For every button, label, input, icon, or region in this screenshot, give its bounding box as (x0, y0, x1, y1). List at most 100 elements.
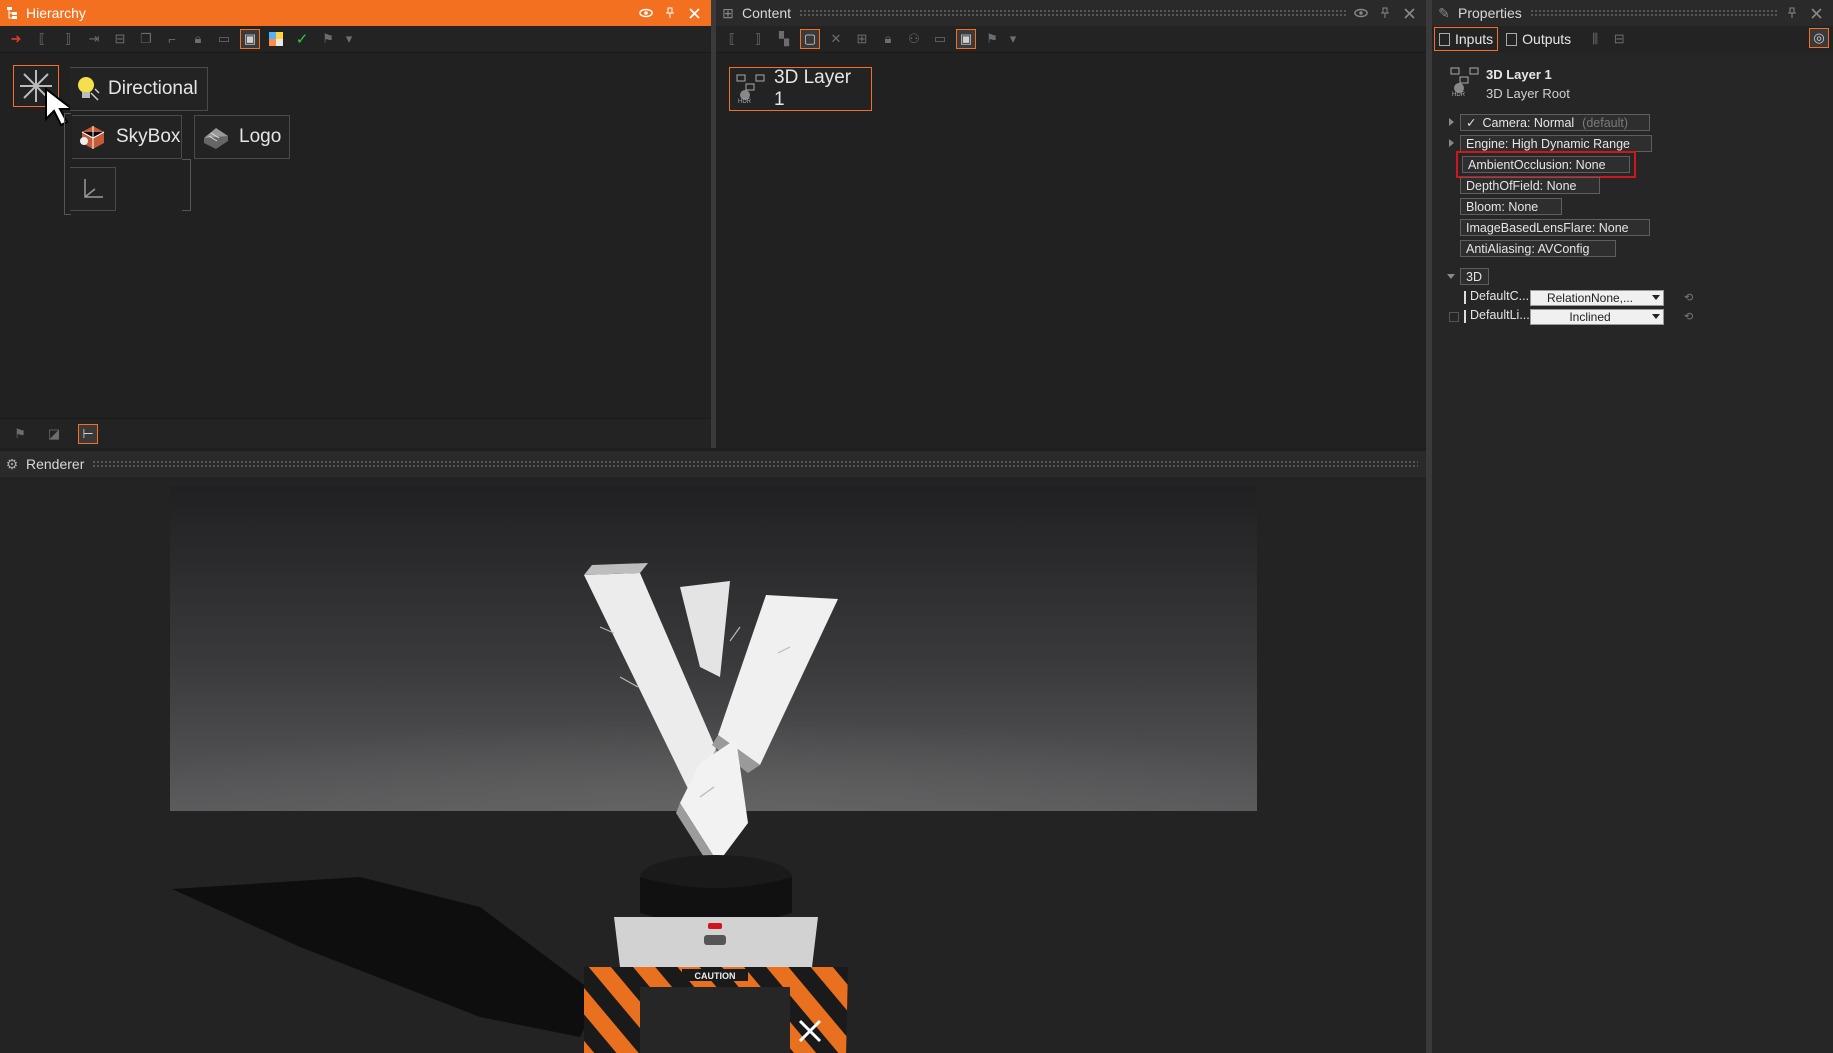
render-viewport[interactable]: CAUTION (0, 477, 1426, 1053)
content-panel: ⊞ Content ⟦ ⟧ ▚ ▢ ✕ ⊞ 🔒︎ ⚇ ▭ ▣ ⚑ ▾ HDR 3… (716, 0, 1426, 448)
close-icon[interactable] (1402, 6, 1416, 20)
anti-aliasing-label: AntiAliasing: AVConfig (1466, 241, 1590, 256)
properties-header-icon: HDR (1450, 67, 1480, 100)
default-light-checkbox[interactable] (1449, 312, 1459, 322)
caution-label: CAUTION (695, 971, 736, 981)
renderer-titlebar[interactable]: ⚙ Renderer (0, 451, 1426, 477)
tab-inputs[interactable]: Inputs (1434, 27, 1499, 51)
layout-icon[interactable]: ⊟ (1609, 29, 1629, 49)
svg-text:HDR: HDR (1452, 92, 1466, 97)
copy-icon[interactable]: ❐ (136, 29, 156, 49)
arrow-right-icon[interactable]: ➜ (6, 29, 26, 49)
row-marker (1464, 310, 1466, 323)
node-icon[interactable]: ▚ (774, 29, 794, 49)
expand-icon[interactable]: ✕ (826, 29, 846, 49)
row-marker (1464, 291, 1466, 304)
input-tab-icon (1439, 32, 1450, 46)
dropdown-arrow-icon[interactable]: ▾ (344, 29, 354, 49)
content-titlebar[interactable]: ⊞ Content (716, 0, 1426, 26)
bookmark-icon[interactable]: ⚑ (10, 424, 30, 444)
check-icon[interactable]: ✓ (292, 29, 312, 49)
gear-icon: ⚙ (5, 455, 19, 472)
monitor-icon[interactable]: ▭ (214, 29, 234, 49)
people-icon[interactable]: ⚇ (904, 29, 924, 49)
content-toolbar: ⟦ ⟧ ▚ ▢ ✕ ⊞ 🔒︎ ⚇ ▭ ▣ ⚑ ▾ (716, 26, 1426, 53)
eye-icon[interactable] (1354, 6, 1368, 20)
camera-property[interactable]: ✓ Camera: Normal (default) (1460, 114, 1650, 131)
skybox-icon (78, 122, 108, 152)
camera-label: Camera: Normal (1482, 115, 1575, 130)
default-camera-label: DefaultC... (1470, 289, 1530, 303)
layers-icon[interactable]: ◪ (44, 424, 64, 444)
tree-connector (182, 159, 191, 211)
hierarchy-titlebar[interactable]: Hierarchy (0, 0, 711, 26)
dropdown-arrow-icon[interactable]: ▾ (1008, 29, 1018, 49)
insert-after-icon[interactable]: ⟧ (58, 29, 78, 49)
link-icon[interactable]: ⇥ (84, 29, 104, 49)
lens-flare-property[interactable]: ImageBasedLensFlare: None (1460, 219, 1650, 236)
vertical-splitter[interactable] (1426, 0, 1432, 1053)
eye-icon[interactable] (639, 6, 653, 20)
bloom-property[interactable]: Bloom: None (1460, 198, 1562, 215)
default-camera-value: RelationNone,... (1546, 291, 1634, 305)
reset-icon[interactable]: ⟲ (1684, 312, 1694, 323)
directional-node[interactable]: Directional (70, 67, 208, 111)
engine-property[interactable]: Engine: High Dynamic Range (1460, 135, 1652, 152)
content-grid-icon: ⊞ (722, 4, 734, 21)
title-grip (1529, 9, 1777, 17)
default-light-label: DefaultLi... (1470, 308, 1530, 322)
insert-after-icon[interactable]: ⟧ (748, 29, 768, 49)
tree-layout-icon[interactable]: ⊢ (78, 423, 98, 444)
default-camera-select[interactable]: RelationNone,... (1530, 290, 1664, 306)
branch-icon[interactable]: ⌐ (162, 29, 182, 49)
bookmark-icon[interactable]: ⚑ (982, 29, 1002, 49)
vertical-splitter[interactable] (711, 0, 716, 448)
engine-label: Engine: High Dynamic Range (1466, 136, 1630, 151)
insert-before-icon[interactable]: ⟦ (32, 29, 52, 49)
3d-group-label: 3D (1466, 269, 1482, 284)
output-tab-icon (1506, 32, 1518, 46)
insert-before-icon[interactable]: ⟦ (722, 29, 742, 49)
properties-titlebar[interactable]: ✎ Properties (1432, 0, 1833, 26)
logo-node[interactable]: Logo (194, 115, 290, 159)
properties-node-type: 3D Layer Root (1486, 86, 1570, 101)
lens-flare-label: ImageBasedLensFlare: None (1466, 220, 1629, 235)
bookmark-icon[interactable]: ⚑ (318, 29, 338, 49)
expand-camera-icon[interactable] (1449, 118, 1454, 126)
title-grip (94, 9, 631, 17)
group-icon[interactable]: ⊟ (110, 29, 130, 49)
lock-icon[interactable]: 🔒︎ (188, 29, 208, 49)
content-canvas[interactable]: HDR 3D Layer 1 (716, 53, 1426, 448)
reset-icon[interactable]: ⟲ (1684, 293, 1694, 304)
pin-icon[interactable] (1785, 6, 1799, 20)
color-grid-icon[interactable] (266, 29, 286, 49)
expand-engine-icon[interactable] (1449, 139, 1454, 147)
hierarchy-bottom-bar: ⚑ ◪ ⊢ (0, 418, 711, 448)
anti-aliasing-property[interactable]: AntiAliasing: AVConfig (1460, 240, 1616, 257)
close-icon[interactable] (1809, 6, 1823, 20)
tab-outputs[interactable]: Outputs (1502, 28, 1575, 50)
pin-icon[interactable] (1378, 6, 1392, 20)
skybox-node[interactable]: SkyBox (72, 115, 182, 159)
3d-layer-node[interactable]: HDR 3D Layer 1 (729, 67, 872, 111)
collapse-3d-icon[interactable] (1447, 274, 1455, 279)
default-light-select[interactable]: Inclined (1530, 309, 1664, 325)
pin-icon[interactable] (663, 6, 677, 20)
monitor-icon[interactable]: ▭ (930, 29, 950, 49)
axis-node[interactable] (70, 167, 116, 211)
ambient-occlusion-property[interactable]: AmbientOcclusion: None (1462, 156, 1630, 173)
content-title: Content (742, 5, 792, 21)
grid-icon[interactable]: ⊞ (852, 29, 872, 49)
hierarchy-canvas[interactable]: Directional SkyBox Logo (0, 53, 711, 419)
frame-icon[interactable]: ▢ (800, 29, 820, 49)
preview-icon[interactable]: ▣ (956, 29, 976, 49)
graph-icon[interactable]: ◎ (1809, 28, 1829, 48)
renderer-title: Renderer (26, 456, 85, 472)
close-icon[interactable] (687, 6, 701, 20)
columns-icon[interactable]: ⫼ (1585, 29, 1605, 49)
preview-icon[interactable]: ▣ (240, 29, 260, 49)
depth-of-field-label: DepthOfField: None (1466, 178, 1577, 193)
lock-icon[interactable]: 🔒︎ (878, 29, 898, 49)
3d-group-header[interactable]: 3D (1460, 268, 1489, 285)
depth-of-field-property[interactable]: DepthOfField: None (1460, 177, 1600, 194)
